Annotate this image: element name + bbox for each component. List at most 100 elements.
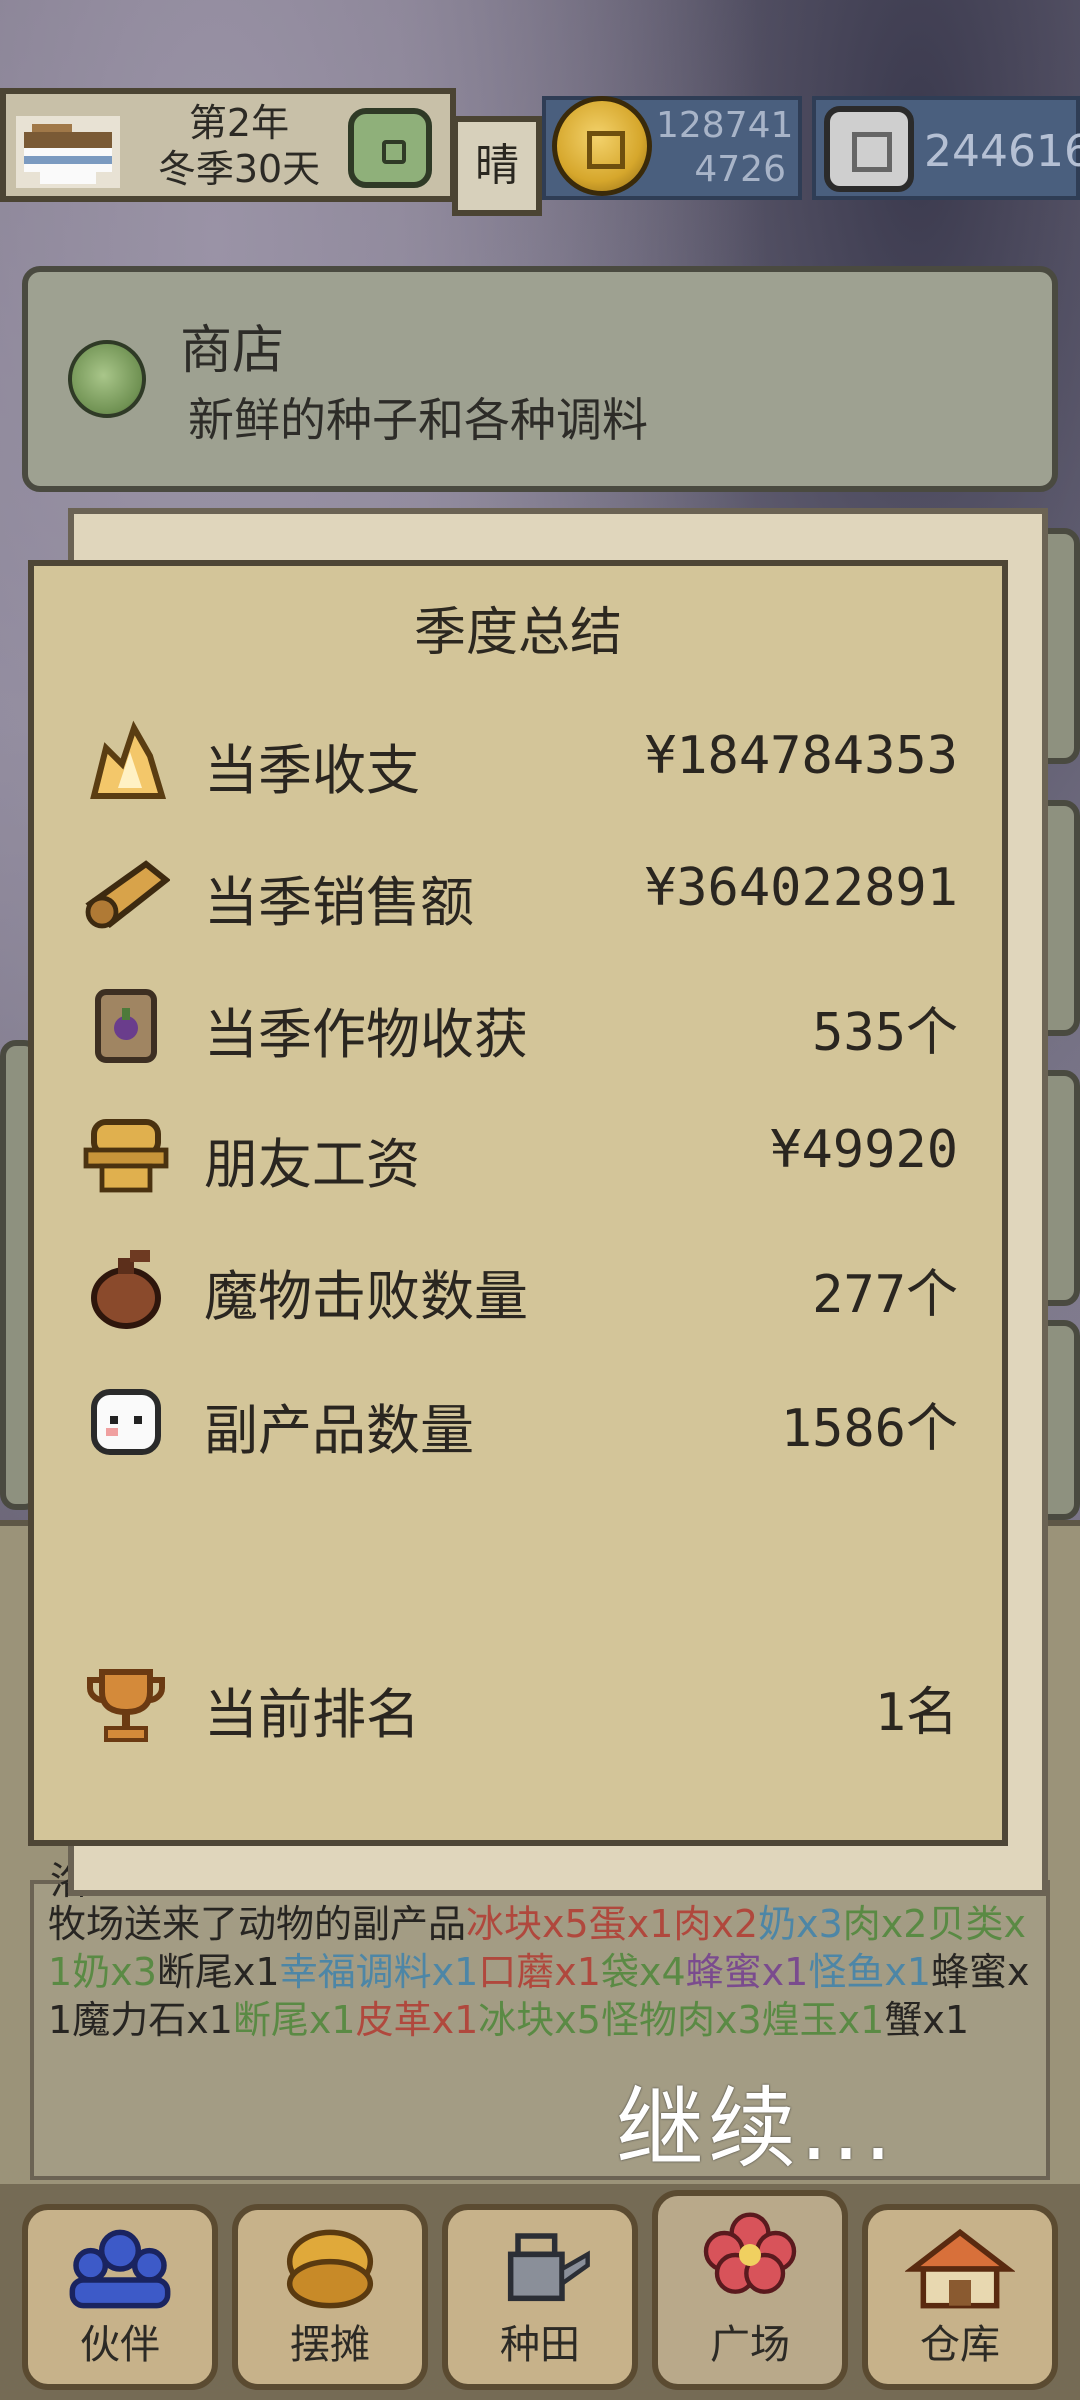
nav-farming[interactable]: 种田 [442,2204,638,2390]
shop-card[interactable]: 商店 新鲜的种子和各种调料 [22,266,1058,492]
summary-row-byproducts: 副产品数量 1586个 [34,1366,1002,1466]
log-segment: 皮革 [355,1998,432,2042]
log-segment: 奶 [72,1950,111,1994]
stall-icon [286,2229,374,2309]
summary-value: 277个 [812,1265,958,1325]
weather-indicator[interactable]: 晴 [452,116,542,216]
continue-button[interactable]: 继续... [616,2058,896,2185]
summary-value: 535个 [812,1003,958,1063]
nav-warehouse[interactable]: 仓库 [862,2204,1058,2390]
flower-icon [703,2212,797,2294]
summary-label: 朋友工资 [204,1133,420,1196]
summary-row-wages: 朋友工资 ¥49920 [34,1100,1002,1200]
log-segment: x1 [431,1950,479,1994]
nav-label: 摆摊 [290,2322,370,2368]
straw-hat-icon [83,1119,169,1193]
companions-icon [69,2229,171,2309]
log-segment: x1 [431,1998,479,2042]
log-segment: x2 [711,1902,759,1946]
money-line-1: 128741 [656,105,794,146]
gold-crystal-icon [90,720,167,799]
summary-row-balance: 当季收支 ¥184784353 [34,706,1002,806]
log-segment: 冰块 [478,1998,555,2042]
bottom-nav: 伙伴 摆摊 种田 广场 仓库 [0,2184,1080,2400]
rank-value: 1名 [874,1683,958,1743]
summary-row-sales: 当季销售额 ¥364022891 [34,838,1002,938]
log-segment: 肉 [842,1902,881,1946]
log-segment: 断尾 [156,1950,233,1994]
date-panel[interactable]: 第2年 冬季30天 [0,88,456,202]
log-segment: 蜂蜜 [931,1950,1008,1994]
log-segment: 肉 [673,1902,712,1946]
log-segment: x4 [638,1950,686,1994]
calendar-icon[interactable] [348,108,432,188]
log-segment: x3 [796,1902,843,1946]
shop-title: 商店 [180,321,285,381]
log-segment: 奶 [758,1902,797,1946]
noodle-bowl-icon [16,116,120,188]
log-segment: 怪鱼 [808,1950,885,1994]
log-segment: x3 [110,1950,157,1994]
nav-companions[interactable]: 伙伴 [22,2204,218,2390]
nav-label: 伙伴 [80,2322,160,2368]
log-segment: x1 [626,1902,674,1946]
log-segment: 怪物肉 [600,1998,715,2042]
log-segment: x5 [542,1902,589,1946]
nav-stall[interactable]: 摆摊 [232,2204,428,2390]
log-segment: x1 [232,1950,280,1994]
log-segment: 魔力石 [72,1998,187,2042]
wood-log-icon [85,860,170,929]
warehouse-icon [905,2228,1015,2309]
log-segment: 口蘑 [478,1950,555,1994]
nav-label: 仓库 [920,2322,1000,2368]
log-segment: 袋 [600,1950,639,1994]
summary-value: 1586个 [780,1399,958,1459]
money-panel[interactable]: 128741 4726 [542,96,802,200]
summary-value: ¥184784353 [644,726,958,786]
watering-can-icon [507,2233,590,2302]
log-segment: x1 [186,1998,233,2042]
summary-value: ¥49920 [770,1120,958,1180]
log-segment: x1 [837,1998,885,2042]
log-segment: 蟹 [884,1998,923,2042]
log-segment: x1 [761,1950,809,1994]
white-creature-icon [91,1389,161,1455]
seed-bag-icon [95,989,157,1063]
money-line-2: 4726 [694,149,786,190]
gold-coin-icon [552,96,652,196]
cabbage-icon [68,340,146,418]
year-label: 第2年 [188,101,290,145]
log-segment: x1 [884,1950,931,1994]
nav-label: 种田 [500,2322,580,2368]
log-segment: 断尾 [232,1998,309,2042]
money-amount: 128741 4726 [656,104,794,192]
log-segment: x2 [880,1902,928,1946]
log-segment: x1 [308,1998,356,2042]
summary-label: 当季作物收获 [204,1003,528,1066]
log-segment: x1 [554,1950,601,1994]
summary-label: 魔物击败数量 [204,1265,528,1328]
summary-label: 当季销售额 [204,871,474,934]
loot-sack-icon [91,1250,161,1329]
log-segment: x5 [554,1998,601,2042]
gem-amount: 244616 [924,126,1080,177]
log-segment: x1 [922,1998,969,2042]
message-log: 牧场送来了动物的副产品冰块x5蛋x1肉x2奶x3肉x2贝类x1奶x3断尾x1幸福… [48,1900,1038,2044]
rank-label: 当前排名 [204,1683,420,1746]
gem-panel[interactable]: 244616 [812,96,1080,200]
season-summary-panel: 季度总结 当季收支 ¥184784353 当季销售额 ¥364022891 当季… [28,560,1008,1846]
nav-plaza[interactable]: 广场 [652,2190,848,2390]
shop-subtitle: 新鲜的种子和各种调料 [188,393,648,447]
silver-gem-icon [824,106,914,192]
summary-label: 副产品数量 [204,1399,474,1462]
summary-title: 季度总结 [413,603,622,663]
summary-label: 当季收支 [204,739,420,802]
log-segment: 蛋 [588,1902,627,1946]
summary-row-monsters: 魔物击败数量 277个 [34,1232,1002,1332]
log-segment: 幸福调料 [279,1950,432,1994]
date-display: 第2年 冬季30天 [124,100,354,192]
log-segment: x3 [714,1998,762,2042]
log-segment: 牧场送来了动物的副产品 [48,1902,467,1946]
summary-value: ¥364022891 [644,858,958,918]
nav-label: 广场 [710,2322,790,2368]
